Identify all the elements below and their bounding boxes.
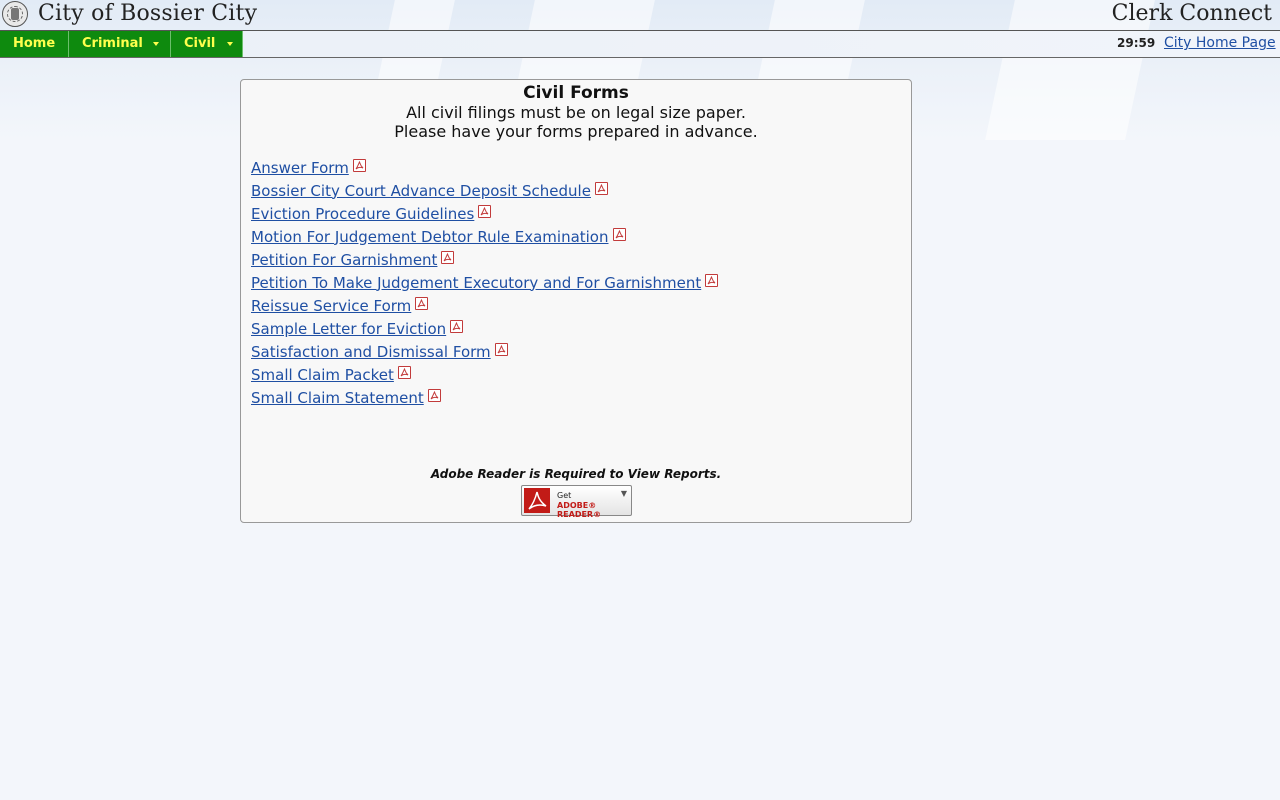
form-row-satisfaction-dismissal: Satisfaction and Dismissal Form bbox=[251, 340, 718, 363]
pdf-icon[interactable] bbox=[352, 159, 366, 172]
form-link[interactable]: Small Claim Statement bbox=[251, 389, 424, 407]
session-timer: 29:59 bbox=[1117, 36, 1156, 50]
chevron-down-icon bbox=[153, 42, 159, 46]
form-link[interactable]: Petition For Garnishment bbox=[251, 251, 437, 269]
form-row-small-claim-packet: Small Claim Packet bbox=[251, 363, 718, 386]
civil-forms-panel: Civil Forms All civil filings must be on… bbox=[240, 79, 912, 523]
pdf-icon[interactable] bbox=[397, 366, 411, 379]
adobe-get-label: Get bbox=[557, 491, 572, 500]
app-title: Clerk Connect bbox=[1111, 1, 1272, 26]
form-link[interactable]: Satisfaction and Dismissal Form bbox=[251, 343, 491, 361]
panel-title: Civil Forms bbox=[523, 83, 629, 103]
chevron-down-icon bbox=[227, 42, 233, 46]
form-link[interactable]: Answer Form bbox=[251, 159, 349, 177]
form-link[interactable]: Bossier City Court Advance Deposit Sched… bbox=[251, 182, 591, 200]
nav-criminal[interactable]: Criminal bbox=[69, 31, 171, 57]
download-arrow-icon: ▼ bbox=[620, 489, 627, 498]
form-list: Answer Form Bossier City Court Advance D… bbox=[251, 156, 719, 409]
header: City of Bossier City Clerk Connect bbox=[0, 0, 1280, 30]
form-row-garnishment: Petition For Garnishment bbox=[251, 248, 718, 271]
pdf-icon[interactable] bbox=[594, 182, 608, 195]
form-link[interactable]: Petition To Make Judgement Executory and… bbox=[251, 274, 701, 292]
form-row-answer: Answer Form bbox=[251, 156, 718, 179]
pdf-icon[interactable] bbox=[415, 297, 429, 310]
site-title: City of Bossier City bbox=[38, 1, 258, 26]
pdf-icon[interactable] bbox=[441, 251, 455, 264]
nav-civil[interactable]: Civil bbox=[171, 31, 243, 57]
panel-subtitle-1: All civil filings must be on legal size … bbox=[406, 103, 746, 122]
nav-bar: Home Criminal Civil bbox=[0, 30, 1280, 58]
pdf-icon[interactable] bbox=[612, 228, 626, 241]
form-link[interactable]: Small Claim Packet bbox=[251, 366, 394, 384]
get-adobe-reader-button[interactable]: Get ADOBE® READER® ▼ bbox=[521, 485, 632, 519]
form-link[interactable]: Reissue Service Form bbox=[251, 297, 411, 315]
pdf-icon[interactable] bbox=[427, 389, 441, 402]
nav-home[interactable]: Home bbox=[0, 31, 69, 57]
city-home-page-link[interactable]: City Home Page bbox=[1164, 35, 1276, 51]
pdf-icon[interactable] bbox=[450, 320, 464, 333]
pdf-icon[interactable] bbox=[478, 205, 492, 218]
adobe-reader-icon bbox=[524, 488, 550, 513]
adobe-brand-label: ADOBE® READER® bbox=[557, 501, 602, 519]
form-link[interactable]: Sample Letter for Eviction bbox=[251, 320, 446, 338]
pdf-icon[interactable] bbox=[494, 343, 508, 356]
form-row-small-claim-statement: Small Claim Statement bbox=[251, 386, 718, 409]
pdf-icon[interactable] bbox=[705, 274, 719, 287]
panel-subtitle-2: Please have your forms prepared in advan… bbox=[394, 122, 758, 141]
form-row-reissue-service: Reissue Service Form bbox=[251, 294, 718, 317]
form-row-sample-eviction-letter: Sample Letter for Eviction bbox=[251, 317, 718, 340]
city-seal-icon bbox=[2, 1, 28, 27]
form-row-motion-debtor: Motion For Judgement Debtor Rule Examina… bbox=[251, 225, 718, 248]
form-link[interactable]: Eviction Procedure Guidelines bbox=[251, 205, 474, 223]
adobe-reader-note: Adobe Reader is Required to View Reports… bbox=[430, 467, 722, 481]
form-row-eviction-guidelines: Eviction Procedure Guidelines bbox=[251, 202, 718, 225]
form-link[interactable]: Motion For Judgement Debtor Rule Examina… bbox=[251, 228, 609, 246]
form-row-deposit-schedule: Bossier City Court Advance Deposit Sched… bbox=[251, 179, 718, 202]
form-row-judgement-executory: Petition To Make Judgement Executory and… bbox=[251, 271, 719, 294]
